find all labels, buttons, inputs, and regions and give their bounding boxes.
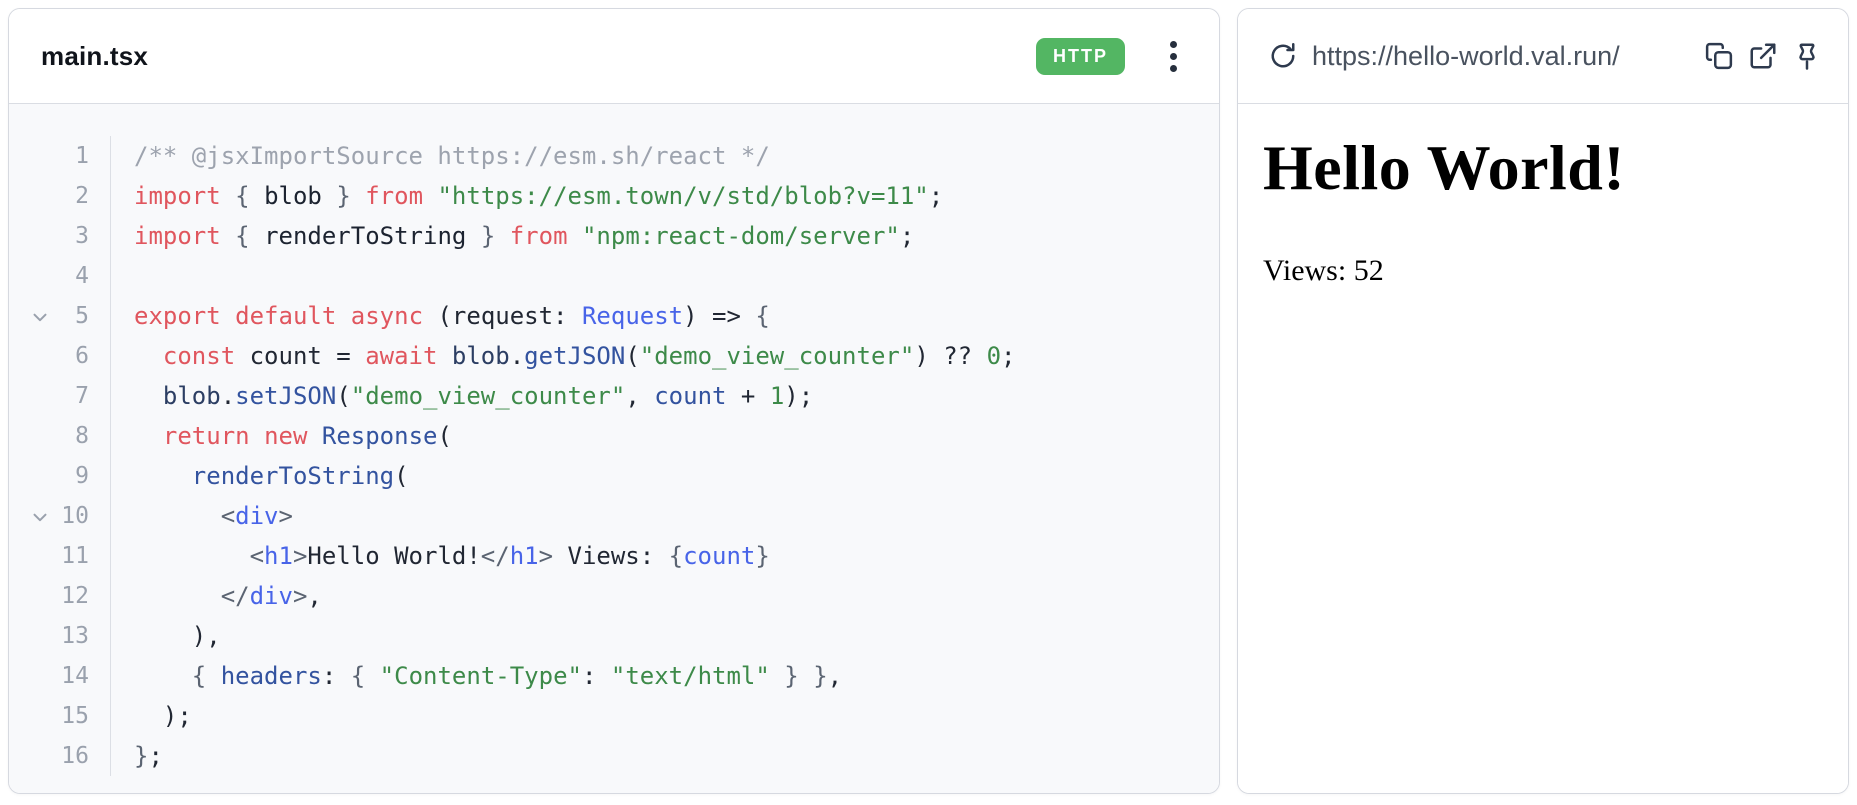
code-line[interactable]: 9 renderToString( (9, 456, 1219, 496)
code-line[interactable]: 14 { headers: { "Content-Type": "text/ht… (9, 656, 1219, 696)
line-number: 12 (61, 583, 89, 609)
code-text: renderToString( (111, 456, 409, 496)
code-text: ); (111, 696, 192, 736)
code-text: <div> (111, 496, 293, 536)
code-text: import { blob } from "https://esm.town/v… (111, 176, 943, 216)
gutter: 7 (9, 376, 111, 416)
http-badge[interactable]: HTTP (1036, 38, 1125, 75)
line-number: 3 (75, 223, 89, 249)
code-text: <h1>Hello World!</h1> Views: {count} (111, 536, 770, 576)
copy-icon (1704, 41, 1734, 71)
preview-heading: Hello World! (1263, 131, 1823, 205)
line-number: 10 (61, 503, 89, 529)
gutter: 13 (9, 616, 111, 656)
kebab-menu-button[interactable] (1155, 34, 1191, 78)
code-line[interactable]: 15 ); (9, 696, 1219, 736)
line-number: 11 (61, 543, 89, 569)
preview-content: Hello World! Views: 52 (1238, 131, 1848, 794)
code-line[interactable]: 1 /** @jsxImportSource https://esm.sh/rea… (9, 136, 1219, 176)
code-text: }; (111, 736, 163, 776)
gutter: 9 (9, 456, 111, 496)
line-number: 5 (75, 303, 89, 329)
code-line[interactable]: 4 (9, 256, 1219, 296)
gutter: 5 (9, 296, 111, 336)
refresh-icon (1268, 41, 1298, 71)
code-line[interactable]: 8 return new Response( (9, 416, 1219, 456)
line-number: 16 (61, 743, 89, 769)
preview-views: Views: 52 (1263, 254, 1823, 288)
line-number: 14 (61, 663, 89, 689)
code-line[interactable]: 5 export default async (request: Request)… (9, 296, 1219, 336)
kebab-menu-icon (1170, 53, 1177, 60)
line-number: 13 (61, 623, 89, 649)
code-line[interactable]: 3 import { renderToString } from "npm:rea… (9, 216, 1219, 256)
code-line[interactable]: 10 <div> (9, 496, 1219, 536)
gutter: 6 (9, 336, 111, 376)
gutter: 4 (9, 256, 111, 296)
line-number: 6 (75, 343, 89, 369)
kebab-menu-icon (1170, 41, 1177, 48)
gutter: 11 (9, 536, 111, 576)
gutter: 16 (9, 736, 111, 776)
line-number: 4 (75, 263, 89, 289)
gutter: 1 (9, 136, 111, 176)
code-text: /** @jsxImportSource https://esm.sh/reac… (111, 136, 770, 176)
editor-header: main.tsx HTTP (9, 9, 1219, 104)
code-text: { headers: { "Content-Type": "text/html"… (111, 656, 842, 696)
preview-panel: https://hello-world.val.run/ Hello World… (1237, 8, 1849, 794)
gutter: 15 (9, 696, 111, 736)
external-link-icon (1748, 41, 1778, 71)
code-line[interactable]: 16}; (9, 736, 1219, 776)
editor-panel: main.tsx HTTP 1 /** @jsxImportSource http… (8, 8, 1220, 794)
open-external-button[interactable] (1748, 41, 1778, 71)
pin-button[interactable] (1792, 41, 1822, 71)
line-number: 1 (75, 143, 89, 169)
line-number: 7 (75, 383, 89, 409)
gutter: 8 (9, 416, 111, 456)
fold-chevron-down-icon[interactable] (27, 304, 53, 330)
code-line[interactable]: 11 <h1>Hello World!</h1> Views: {count} (9, 536, 1219, 576)
code-line[interactable]: 2 import { blob } from "https://esm.town/… (9, 176, 1219, 216)
code-text (111, 256, 134, 296)
code-text: </div>, (111, 576, 322, 616)
code-line[interactable]: 12 </div>, (9, 576, 1219, 616)
code-text: ), (111, 616, 221, 656)
line-number: 8 (75, 423, 89, 449)
code-text: blob.setJSON("demo_view_counter", count … (111, 376, 813, 416)
code-lines: 1 /** @jsxImportSource https://esm.sh/rea… (9, 136, 1219, 776)
gutter: 10 (9, 496, 111, 536)
code-text: import { renderToString } from "npm:reac… (111, 216, 914, 256)
gutter: 3 (9, 216, 111, 256)
line-number: 15 (61, 703, 89, 729)
code-text: export default async (request: Request) … (111, 296, 770, 336)
file-name: main.tsx (41, 41, 148, 72)
preview-toolbar: https://hello-world.val.run/ (1238, 9, 1848, 104)
code-text: return new Response( (111, 416, 452, 456)
code-line[interactable]: 7 blob.setJSON("demo_view_counter", coun… (9, 376, 1219, 416)
fold-chevron-down-icon[interactable] (27, 504, 53, 530)
gutter: 2 (9, 176, 111, 216)
line-number: 2 (75, 183, 89, 209)
copy-url-button[interactable] (1704, 41, 1734, 71)
code-line[interactable]: 6 const count = await blob.getJSON("demo… (9, 336, 1219, 376)
code-line[interactable]: 13 ), (9, 616, 1219, 656)
preview-url[interactable]: https://hello-world.val.run/ (1312, 41, 1690, 72)
kebab-menu-icon (1170, 65, 1177, 72)
line-number: 9 (75, 463, 89, 489)
gutter: 12 (9, 576, 111, 616)
refresh-button[interactable] (1268, 41, 1298, 71)
code-text: const count = await blob.getJSON("demo_v… (111, 336, 1015, 376)
pin-icon (1792, 41, 1822, 71)
code-editor[interactable]: 1 /** @jsxImportSource https://esm.sh/rea… (9, 104, 1219, 793)
gutter: 14 (9, 656, 111, 696)
